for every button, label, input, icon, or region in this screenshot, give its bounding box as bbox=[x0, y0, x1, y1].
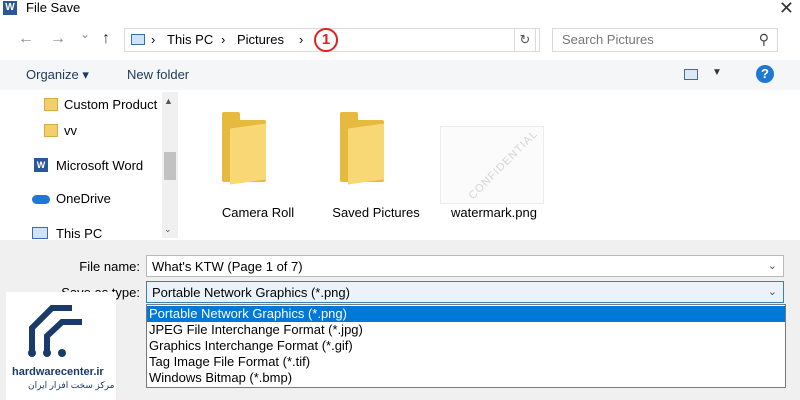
file-item-camera-roll[interactable]: Camera Roll bbox=[208, 205, 308, 220]
forward-arrow-icon[interactable]: → bbox=[50, 30, 66, 48]
logo-site-text: hardwarecenter.ir bbox=[12, 366, 104, 378]
nav-item-vv[interactable]: vv bbox=[64, 123, 77, 138]
recent-locations-dropdown-icon[interactable]: ⌄ bbox=[80, 27, 90, 41]
refresh-icon[interactable]: ↻ bbox=[514, 28, 536, 52]
close-icon[interactable]: ✕ bbox=[779, 0, 794, 19]
save-type-select[interactable]: Portable Network Graphics (*.png) ⌄ bbox=[146, 281, 784, 303]
breadcrumb-pictures[interactable]: Pictures bbox=[237, 32, 284, 47]
save-type-option[interactable]: Graphics Interchange Format (*.gif) bbox=[147, 338, 785, 354]
file-name-dropdown-icon[interactable]: ⌄ bbox=[768, 259, 777, 272]
command-toolbar: Organize ▾ New folder ▼ ? bbox=[0, 60, 800, 90]
save-type-dropdown-icon[interactable]: ⌄ bbox=[768, 285, 777, 298]
back-arrow-icon[interactable]: ← bbox=[18, 30, 34, 48]
save-type-option[interactable]: Portable Network Graphics (*.png) bbox=[147, 306, 785, 322]
scroll-up-icon[interactable]: ▲ bbox=[164, 96, 173, 106]
breadcrumb-this-pc[interactable]: This PC bbox=[167, 32, 213, 47]
folder-icon bbox=[44, 98, 58, 111]
save-type-option[interactable]: Tag Image File Format (*.tif) bbox=[147, 354, 785, 370]
nav-item-onedrive[interactable]: OneDrive bbox=[56, 191, 111, 206]
scroll-thumb[interactable] bbox=[164, 152, 176, 180]
logo-tagline: مرکز سخت افزار ایران bbox=[28, 380, 115, 390]
folder-icon[interactable] bbox=[340, 112, 384, 185]
save-type-value: Portable Network Graphics (*.png) bbox=[152, 285, 350, 300]
word-app-icon: W bbox=[3, 1, 17, 15]
new-folder-button[interactable]: New folder bbox=[127, 67, 189, 82]
save-type-dropdown-list: Portable Network Graphics (*.png) JPEG F… bbox=[146, 304, 786, 388]
image-thumbnail[interactable]: CONFIDENTIAL bbox=[440, 126, 544, 204]
scroll-down-icon[interactable]: ⌄ bbox=[164, 224, 172, 235]
pc-icon bbox=[32, 227, 48, 239]
view-options-icon[interactable] bbox=[684, 69, 698, 80]
folder-icon bbox=[44, 124, 58, 137]
save-type-option[interactable]: Windows Bitmap (*.bmp) bbox=[147, 370, 785, 386]
word-icon: W bbox=[34, 158, 48, 172]
breadcrumb-separator: › bbox=[151, 32, 156, 47]
view-dropdown-icon[interactable]: ▼ bbox=[712, 67, 722, 78]
nav-item-microsoft-word[interactable]: Microsoft Word bbox=[56, 158, 143, 173]
title-bar: W File Save ✕ bbox=[0, 0, 800, 20]
thumbnail-text: CONFIDENTIAL bbox=[466, 127, 541, 203]
file-name-field[interactable]: What's KTW (Page 1 of 7) ⌄ bbox=[146, 255, 784, 277]
site-logo: hardwarecenter.ir مرکز سخت افزار ایران bbox=[6, 292, 116, 400]
breadcrumb-separator: › bbox=[221, 32, 226, 47]
onedrive-icon bbox=[32, 195, 50, 204]
file-item-watermark[interactable]: watermark.png bbox=[444, 205, 544, 220]
file-item-saved-pictures[interactable]: Saved Pictures bbox=[326, 205, 426, 220]
save-type-option[interactable]: JPEG File Interchange Format (*.jpg) bbox=[147, 322, 785, 338]
step-marker-1: 1 bbox=[314, 28, 338, 52]
file-name-value: What's KTW (Page 1 of 7) bbox=[152, 259, 303, 274]
nav-item-custom-product[interactable]: Custom Product bbox=[64, 97, 157, 112]
logo-glyph-icon bbox=[28, 305, 82, 357]
folder-icon[interactable] bbox=[222, 112, 266, 185]
breadcrumb-separator: › bbox=[299, 32, 304, 47]
file-name-label: File name: bbox=[79, 259, 140, 274]
help-icon[interactable]: ? bbox=[756, 65, 774, 83]
pc-icon bbox=[131, 34, 145, 45]
nav-item-this-pc[interactable]: This PC bbox=[56, 226, 102, 241]
search-input[interactable]: Search Pictures ⚲ bbox=[552, 28, 778, 52]
search-placeholder: Search Pictures bbox=[562, 32, 654, 47]
organize-button[interactable]: Organize ▾ bbox=[26, 67, 89, 83]
window-title: File Save bbox=[26, 0, 81, 15]
search-icon[interactable]: ⚲ bbox=[759, 31, 769, 48]
up-arrow-icon[interactable]: ↑ bbox=[102, 30, 110, 48]
